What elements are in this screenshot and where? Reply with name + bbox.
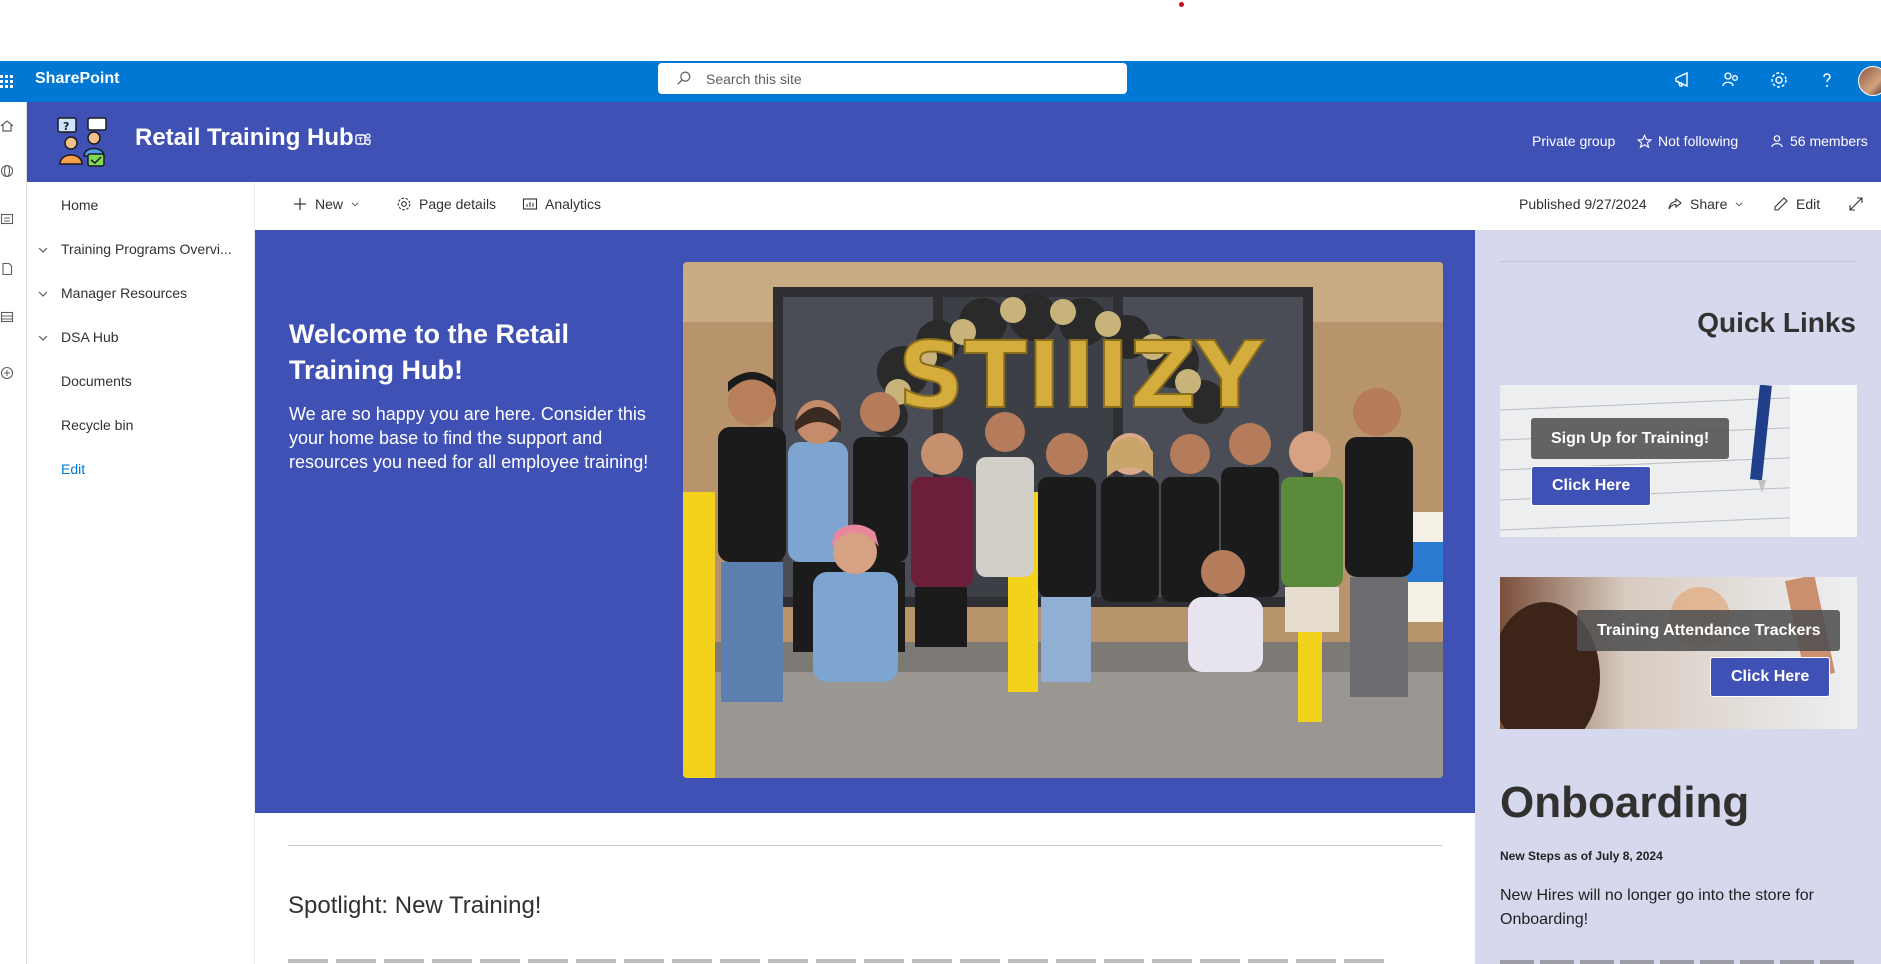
left-navigation: Home Training Programs Overvi... Manager…: [27, 182, 255, 964]
classroom-image: [1500, 577, 1857, 729]
follow-button[interactable]: Not following: [1637, 133, 1738, 149]
page-details-button[interactable]: Page details: [396, 196, 496, 212]
nav-item-training-programs[interactable]: Training Programs Overvi...: [61, 241, 232, 257]
nav-item-dsa-hub[interactable]: DSA Hub: [61, 329, 119, 345]
new-button[interactable]: New: [292, 196, 360, 212]
section-divider: [288, 845, 1442, 846]
search-placeholder: Search this site: [706, 71, 802, 87]
share-icon: [1668, 197, 1682, 210]
published-text: Published 9/27/2024: [1519, 196, 1647, 212]
nav-item-home[interactable]: Home: [61, 197, 98, 213]
onboarding-body: New Hires will no longer go into the sto…: [1500, 887, 1814, 928]
page-details-label: Page details: [419, 196, 497, 212]
file-icon[interactable]: [0, 262, 14, 276]
click-here-button[interactable]: Click Here: [1531, 466, 1652, 506]
help-icon[interactable]: [1816, 69, 1838, 91]
app-rail: [0, 102, 27, 964]
app-launcher-icon[interactable]: [0, 69, 13, 93]
nav-item-manager-resources[interactable]: Manager Resources: [61, 285, 187, 301]
globe-icon[interactable]: [0, 164, 14, 178]
share-button[interactable]: Share: [1667, 196, 1744, 212]
team-photo: STIIIZY: [683, 262, 1443, 778]
edit-button[interactable]: Edit: [1773, 196, 1820, 212]
create-icon[interactable]: [0, 366, 14, 380]
nav-edit-link[interactable]: Edit: [61, 461, 85, 477]
site-logo-icon[interactable]: ?: [56, 116, 108, 168]
gear-icon[interactable]: [1768, 69, 1790, 91]
command-bar: New Page details Analytics Published 9/2…: [255, 182, 1881, 230]
quick-link-label: Sign Up for Training!: [1531, 418, 1730, 459]
quick-link-card-attendance[interactable]: Training Attendance Trackers Click Here: [1500, 577, 1857, 729]
avatar[interactable]: [1858, 66, 1881, 96]
onboarding-subtitle: New Steps as of July 8, 2024: [1500, 849, 1663, 863]
hero-title: Welcome to the Retail Training Hub!: [289, 319, 570, 385]
teams-icon[interactable]: [354, 131, 372, 149]
analytics-label: Analytics: [545, 196, 602, 212]
chevron-down-icon[interactable]: [37, 244, 49, 256]
expand-button[interactable]: [1848, 196, 1864, 212]
follow-text: Not following: [1658, 133, 1739, 149]
share-label: Share: [1690, 196, 1728, 212]
privacy-label: Private group: [1532, 133, 1615, 149]
search-box[interactable]: Search this site: [658, 63, 1127, 94]
nav-item-documents[interactable]: Documents: [61, 373, 132, 389]
chevron-down-icon: [351, 202, 359, 207]
plus-icon: [294, 198, 306, 210]
hero-body: We are so happy you are here. Consider t…: [289, 404, 649, 472]
click-here-button[interactable]: Click Here: [1710, 657, 1831, 697]
balloon-letters: STIIIZY: [898, 322, 1264, 429]
news-icon[interactable]: [0, 212, 14, 226]
published-status: Published 9/27/2024: [1519, 196, 1647, 212]
site-header: ? Retail Training Hub Private group Not …: [27, 102, 1881, 182]
quick-link-card-signup[interactable]: Sign Up for Training! Click Here: [1500, 385, 1857, 537]
site-title[interactable]: Retail Training Hub: [135, 124, 354, 152]
right-divider: [1500, 261, 1857, 262]
person-icon: [1771, 135, 1783, 148]
onboarding-body-clipped: [1500, 956, 1857, 964]
members-button[interactable]: 56 members: [1770, 133, 1868, 149]
hero-banner: Welcome to the Retail Training Hub! We a…: [255, 230, 1475, 813]
suite-bar: SharePoint Search this site: [0, 61, 1881, 102]
team-photo-illustration: STIIIZY: [683, 262, 1443, 778]
notification-dot: [1179, 2, 1184, 7]
home-icon[interactable]: [0, 119, 14, 133]
analytics-button[interactable]: Analytics: [522, 196, 601, 212]
edit-label: Edit: [1796, 196, 1821, 212]
analytics-icon: [522, 198, 538, 210]
spotlight-heading: Spotlight: New Training!: [288, 892, 542, 919]
expand-icon: [1849, 197, 1863, 211]
right-column: Quick Links Sign Up for Training! Click …: [1475, 230, 1881, 964]
list-icon[interactable]: [0, 310, 14, 324]
quick-links-title: Quick Links: [1697, 307, 1856, 338]
megaphone-icon[interactable]: [1672, 69, 1694, 91]
onboarding-title: Onboarding: [1500, 778, 1750, 827]
nav-item-recycle-bin[interactable]: Recycle bin: [61, 417, 133, 433]
new-label: New: [315, 196, 344, 212]
calendar-image: [1500, 385, 1857, 537]
quick-link-label: Training Attendance Trackers: [1577, 610, 1841, 651]
privacy-text: Private group: [1532, 133, 1616, 149]
search-icon: [677, 71, 691, 85]
svg-text:?: ?: [63, 120, 69, 133]
share-people-icon[interactable]: [1720, 69, 1742, 91]
app-name[interactable]: SharePoint: [35, 70, 119, 88]
star-icon: [1637, 133, 1652, 148]
gear-icon: [397, 197, 411, 211]
chevron-down-icon[interactable]: [37, 332, 49, 344]
chevron-down-icon[interactable]: [37, 288, 49, 300]
members-text: 56 members: [1790, 133, 1868, 149]
pencil-icon: [1774, 197, 1788, 211]
chevron-down-icon: [1735, 202, 1743, 207]
browser-top-area: [0, 0, 1881, 61]
spotlight-body-clipped: [288, 956, 1388, 964]
